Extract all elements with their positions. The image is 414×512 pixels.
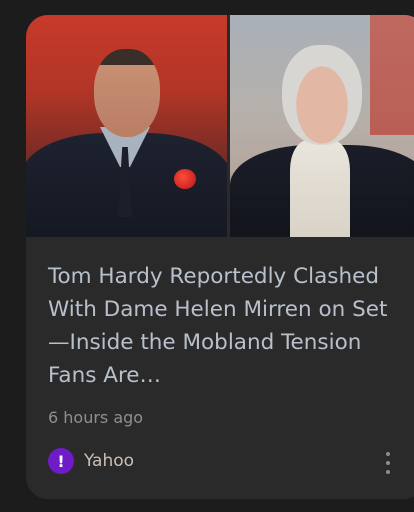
person-right — [230, 15, 414, 237]
dot — [386, 461, 390, 465]
rose-icon — [174, 169, 196, 189]
background-red — [370, 15, 414, 135]
news-card[interactable]: Tom Hardy Reportedly Clashed With Dame H… — [26, 15, 414, 499]
article-title[interactable]: Tom Hardy Reportedly Clashed With Dame H… — [48, 260, 408, 392]
face — [94, 49, 160, 137]
dot — [386, 470, 390, 474]
turtleneck — [290, 140, 350, 237]
yahoo-logo-icon: ! — [48, 448, 74, 474]
article-thumbnail[interactable] — [26, 15, 414, 237]
dot — [386, 452, 390, 456]
article-timestamp: 6 hours ago — [48, 408, 144, 427]
face — [282, 45, 362, 145]
photo-helen-mirren — [230, 15, 414, 237]
more-options-icon[interactable] — [384, 452, 392, 474]
person-left — [26, 15, 227, 237]
source-name: Yahoo — [84, 451, 135, 471]
article-source[interactable]: ! Yahoo — [48, 448, 134, 474]
photo-tom-hardy — [26, 15, 227, 237]
